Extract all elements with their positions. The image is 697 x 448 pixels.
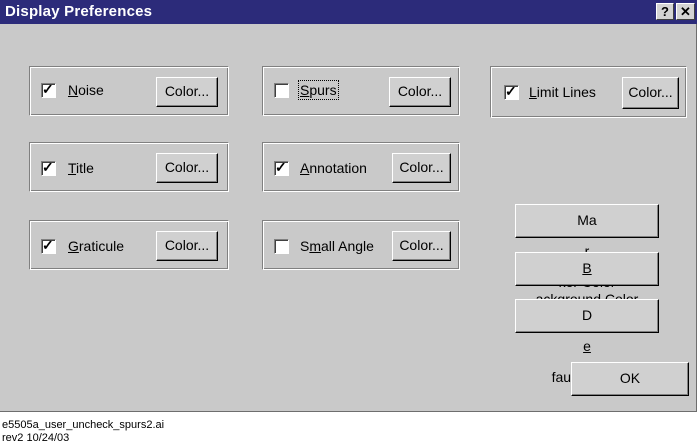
checkmark-icon: ✓ [42, 159, 54, 175]
group-spurs: Spurs Color... [262, 66, 460, 116]
group-noise: ✓ Noise Color... [29, 66, 229, 116]
display-preferences-dialog: Display Preferences ? ✕ ✓ Noise Color...… [0, 0, 697, 412]
title-label[interactable]: Title [68, 160, 94, 176]
group-title: ✓ Title Color... [29, 142, 229, 192]
noise-color-button[interactable]: Color... [156, 77, 218, 107]
limit-lines-label[interactable]: Limit Lines [529, 84, 596, 100]
graticule-color-button[interactable]: Color... [156, 231, 218, 261]
spurs-checkbox[interactable] [274, 83, 289, 98]
limit-lines-color-button[interactable]: Color... [622, 77, 679, 109]
group-small-angle: Small Angle Color... [262, 220, 460, 270]
small-angle-color-button[interactable]: Color... [392, 231, 451, 261]
marker-color-button[interactable]: Marker Color [515, 204, 659, 290]
small-angle-checkbox[interactable] [274, 239, 289, 254]
window-title: Display Preferences [5, 3, 153, 20]
group-limit-lines: ✓ Limit Lines Color... [490, 66, 687, 118]
background-color-button[interactable]: Background Color [515, 252, 659, 307]
annotation-color-button[interactable]: Color... [392, 153, 451, 183]
default-colors-button[interactable]: Default Colors [515, 299, 659, 385]
noise-checkbox[interactable]: ✓ [41, 81, 56, 98]
checkmark-icon: ✓ [42, 81, 54, 97]
small-angle-label[interactable]: Small Angle [300, 238, 374, 254]
limit-lines-checkbox[interactable]: ✓ [504, 83, 519, 100]
noise-label[interactable]: Noise [68, 82, 104, 98]
checkmark-icon: ✓ [275, 159, 287, 175]
figure-filename: e5505a_user_uncheck_spurs2.ai [2, 419, 165, 431]
title-color-button[interactable]: Color... [156, 153, 218, 183]
title-bar: Display Preferences ? ✕ [0, 0, 697, 24]
ok-button[interactable]: OK [571, 362, 689, 396]
graticule-checkbox[interactable]: ✓ [41, 237, 56, 254]
checkmark-icon: ✓ [505, 83, 517, 99]
help-button[interactable]: ? [656, 3, 674, 20]
group-graticule: ✓ Graticule Color... [29, 220, 229, 270]
annotation-label[interactable]: Annotation [300, 160, 367, 176]
graticule-label[interactable]: Graticule [68, 238, 124, 254]
checkmark-icon: ✓ [42, 237, 54, 253]
close-button[interactable]: ✕ [676, 3, 695, 20]
figure-revision: rev2 10/24/03 [2, 432, 70, 444]
close-icon: ✕ [680, 4, 691, 19]
annotation-checkbox[interactable]: ✓ [274, 159, 289, 176]
spurs-color-button[interactable]: Color... [389, 77, 451, 107]
title-checkbox[interactable]: ✓ [41, 159, 56, 176]
group-annotation: ✓ Annotation Color... [262, 142, 460, 192]
spurs-label[interactable]: Spurs [298, 80, 339, 100]
